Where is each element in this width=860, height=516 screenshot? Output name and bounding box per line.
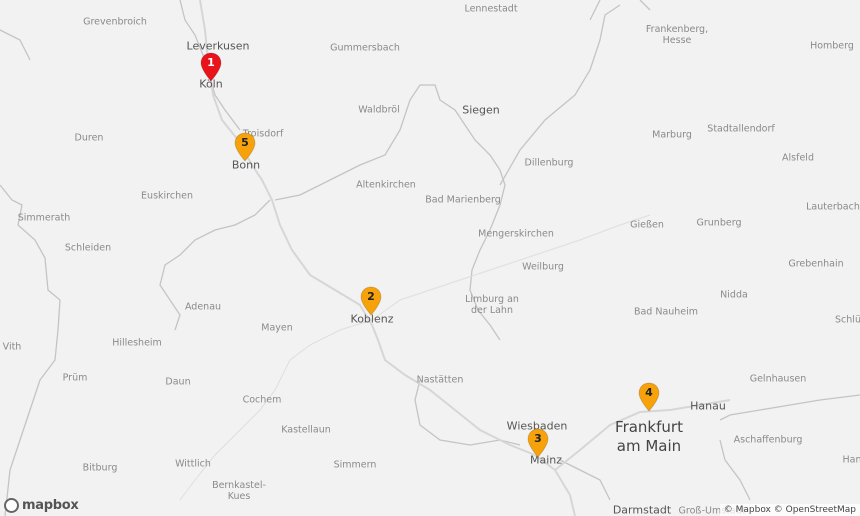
place-label-gelnhausen: Gelnhausen bbox=[749, 373, 807, 385]
place-label-vith: Vith bbox=[2, 341, 22, 353]
place-label-dillenburg: Dillenburg bbox=[524, 157, 574, 169]
map-base-layer bbox=[0, 0, 860, 516]
place-label-euskirchen: Euskirchen bbox=[141, 190, 193, 202]
place-label-simmerath: Simmerath bbox=[17, 212, 71, 224]
place-label-bitburg: Bitburg bbox=[82, 462, 118, 474]
place-label-grunberg: Grunberg bbox=[696, 217, 742, 229]
place-label-adenau: Adenau bbox=[184, 301, 222, 313]
place-label-grevenbroich: Grevenbroich bbox=[83, 16, 147, 28]
place-label-alsfeld: Alsfeld bbox=[782, 152, 814, 164]
place-label-frankenberg-hesse: Frankenberg, Hesse bbox=[645, 24, 709, 46]
map-marker-3[interactable]: 3 bbox=[527, 428, 549, 458]
place-label-limburg-an-der-lahn: Limburg an der Lahn bbox=[465, 294, 519, 316]
border-lines bbox=[0, 0, 860, 516]
place-label-gummersbach: Gummersbach bbox=[330, 42, 400, 54]
place-label-mengerskirchen: Mengerskirchen bbox=[478, 228, 554, 240]
place-label-leverkusen: Leverkusen bbox=[186, 39, 250, 53]
place-label-marburg: Marburg bbox=[652, 129, 692, 141]
place-label-weilburg: Weilburg bbox=[522, 261, 564, 273]
place-label-mayen: Mayen bbox=[261, 322, 293, 334]
place-label-frankfurt-am-main: Frankfurt am Main bbox=[615, 418, 683, 455]
place-label-kastellaun: Kastellaun bbox=[281, 424, 331, 436]
place-label-wittlich: Wittlich bbox=[175, 458, 211, 470]
place-label-cochem: Cochem bbox=[242, 394, 282, 406]
place-label-waldbröl: Waldbröl bbox=[358, 104, 400, 116]
place-label-darmstadt: Darmstadt bbox=[612, 503, 672, 516]
place-label-simmern: Simmern bbox=[333, 459, 377, 471]
place-label-siegen: Siegen bbox=[462, 103, 500, 117]
place-label-nastätten: Nastätten bbox=[416, 374, 464, 386]
map-marker-number: 2 bbox=[367, 290, 375, 303]
map-marker-4[interactable]: 4 bbox=[638, 382, 660, 412]
place-label-altenkirchen: Altenkirchen bbox=[356, 179, 416, 191]
place-label-lauterbach: Lauterbach bbox=[806, 201, 860, 213]
attribution-osm-link[interactable]: © OpenStreetMap bbox=[774, 505, 856, 515]
mapbox-logo[interactable]: mapbox bbox=[4, 498, 79, 513]
place-label-hanau: Hanau bbox=[690, 399, 726, 413]
map-canvas[interactable]: Grevenbroich Lennestadt Leverkusen Gummersb… bbox=[0, 0, 860, 516]
place-label-stadtallendorf: Stadtallendorf bbox=[707, 123, 775, 135]
place-label-prüm: Prüm bbox=[62, 372, 88, 384]
place-label-bad-nauheim: Bad Nauheim bbox=[633, 306, 699, 318]
place-label-aschaffenburg: Aschaffenburg bbox=[733, 434, 803, 446]
minor-rivers bbox=[179, 214, 651, 501]
map-marker-2[interactable]: 2 bbox=[360, 286, 382, 316]
place-label-daun: Daun bbox=[165, 376, 191, 388]
place-label-lennestadt: Lennestadt bbox=[464, 3, 518, 15]
place-label-gießen: Gießen bbox=[630, 219, 664, 231]
map-marker-5[interactable]: 5 bbox=[234, 132, 256, 162]
place-label-han: Han bbox=[842, 454, 860, 466]
attribution: © Mapbox © OpenStreetMap bbox=[719, 504, 860, 516]
place-label-homberg: Homberg bbox=[810, 40, 854, 52]
map-marker-number: 3 bbox=[534, 432, 542, 445]
place-label-nidda: Nidda bbox=[720, 289, 748, 301]
place-label-bernkastel-kues: Bernkastel- Kues bbox=[212, 480, 266, 502]
place-label-schlü: Schlü bbox=[835, 314, 860, 326]
map-marker-number: 4 bbox=[645, 386, 653, 399]
mapbox-logo-icon bbox=[4, 498, 19, 513]
map-marker-number: 5 bbox=[241, 136, 249, 149]
place-label-bad-marienberg: Bad Marienberg bbox=[425, 194, 501, 206]
place-label-schleiden: Schleiden bbox=[64, 242, 112, 254]
map-marker-number: 1 bbox=[207, 56, 215, 69]
place-label-duren: Duren bbox=[74, 132, 104, 144]
map-marker-1[interactable]: 1 bbox=[200, 52, 222, 82]
mapbox-logo-text: mapbox bbox=[22, 498, 79, 513]
attribution-mapbox-link[interactable]: © Mapbox bbox=[724, 505, 771, 515]
place-label-grebenhain: Grebenhain bbox=[788, 258, 844, 270]
place-label-hillesheim: Hillesheim bbox=[112, 337, 162, 349]
